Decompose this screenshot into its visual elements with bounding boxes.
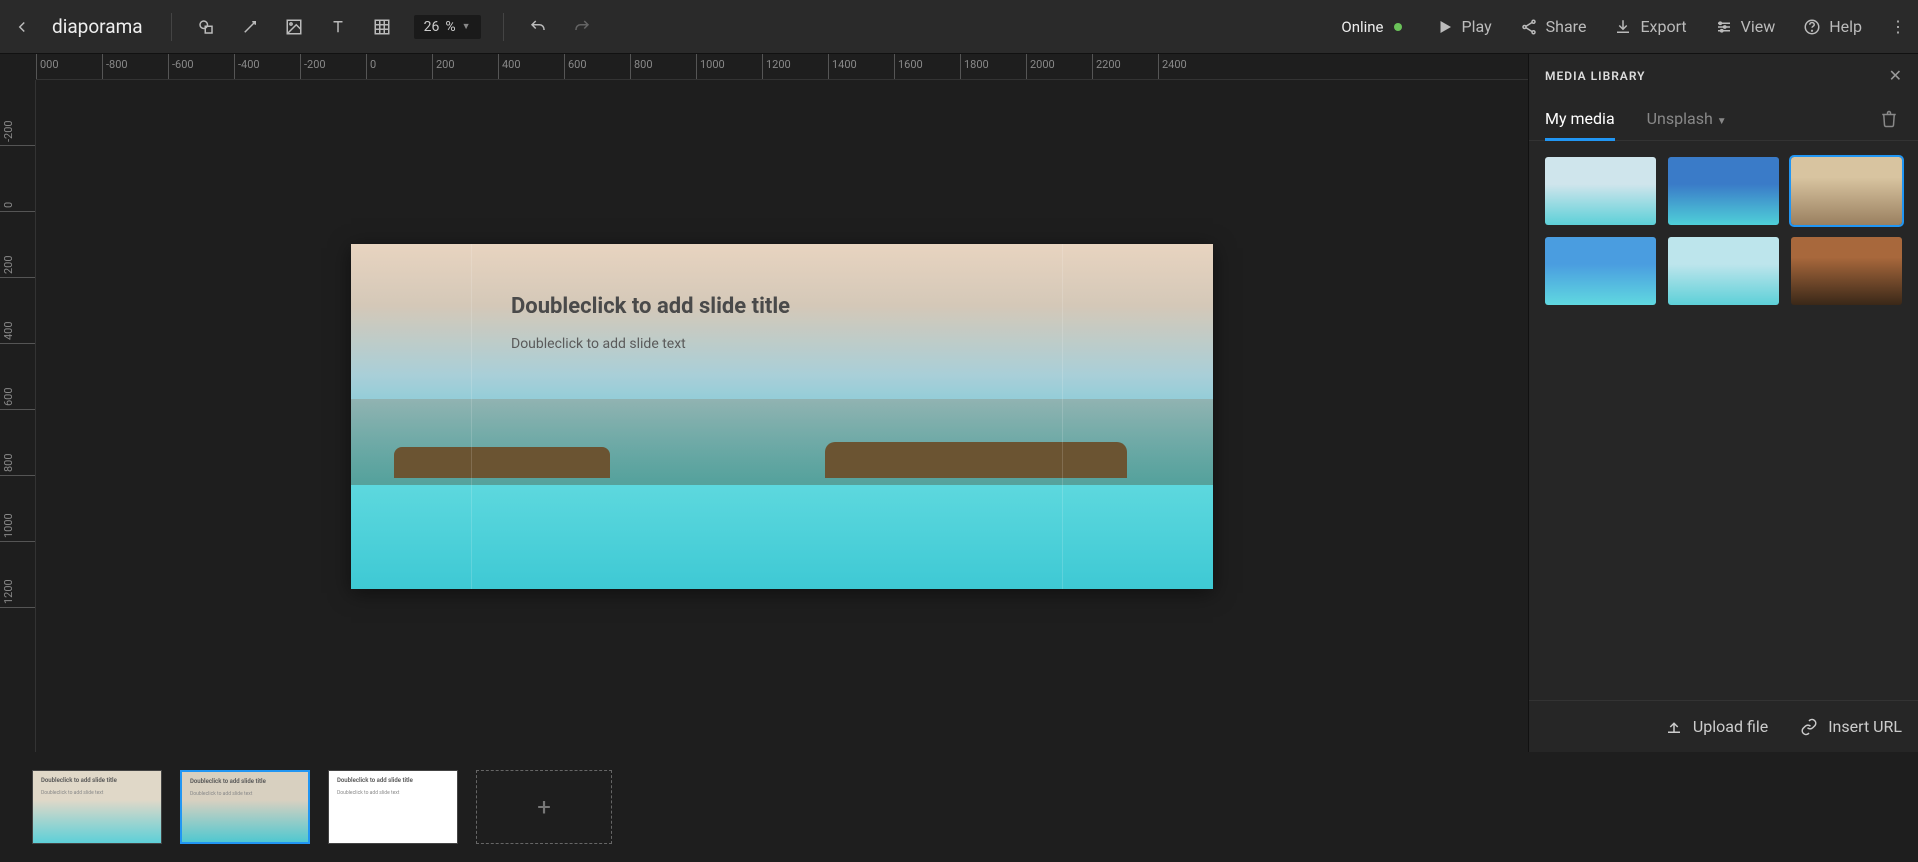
media-library-panel: MEDIA LIBRARY ✕ My media Unsplash▼ Uploa… (1528, 54, 1918, 752)
back-button[interactable] (8, 13, 36, 41)
line-tool-icon[interactable] (234, 11, 266, 43)
ruler-tick: 1200 (762, 54, 828, 79)
ruler-tick: -800 (102, 54, 168, 79)
media-thumb[interactable] (1668, 157, 1779, 225)
shape-tool-icon[interactable] (190, 11, 222, 43)
ruler-tick: 1000 (696, 54, 762, 79)
ruler-tick: 1000 (0, 476, 35, 542)
trash-icon[interactable] (1876, 102, 1902, 140)
ruler-tick: 800 (0, 410, 35, 476)
ruler-tick: -200 (0, 80, 35, 146)
export-button[interactable]: Export (1614, 17, 1686, 36)
slide-thumb-3[interactable]: Doubleclick to add slide title Doublecli… (328, 770, 458, 844)
media-thumb[interactable] (1668, 237, 1779, 305)
table-tool-icon[interactable] (366, 11, 398, 43)
panel-title: MEDIA LIBRARY (1545, 69, 1646, 83)
redo-icon[interactable] (566, 11, 598, 43)
insert-url-button[interactable]: Insert URL (1800, 717, 1902, 736)
ruler-horizontal: 000-800-600-400-200020040060080010001200… (36, 54, 1528, 80)
ruler-tick: 400 (498, 54, 564, 79)
status-label: Online (1341, 18, 1383, 36)
undo-icon[interactable] (522, 11, 554, 43)
media-thumb[interactable] (1791, 157, 1902, 225)
ruler-tick: 0 (0, 146, 35, 212)
zoom-suffix: % (445, 19, 455, 35)
canvas-area: 000-800-600-400-200020040060080010001200… (0, 54, 1528, 752)
ruler-tick: -400 (234, 54, 300, 79)
slide-thumb-1[interactable]: Doubleclick to add slide title Doublecli… (32, 770, 162, 844)
ruler-tick: 200 (432, 54, 498, 79)
share-button[interactable]: Share (1520, 17, 1587, 36)
ruler-tick: 0 (366, 54, 432, 79)
ruler-tick: -200 (300, 54, 366, 79)
top-toolbar: diaporama 26 % ▼ Online Play Share Expor (0, 0, 1918, 54)
upload-file-button[interactable]: Upload file (1665, 717, 1768, 736)
ruler-tick: 2400 (1158, 54, 1224, 79)
tab-unsplash[interactable]: Unsplash▼ (1647, 101, 1727, 140)
play-button[interactable]: Play (1436, 17, 1492, 36)
slide-canvas[interactable]: Doubleclick to add slide title Doublecli… (351, 244, 1213, 589)
document-title[interactable]: diaporama (52, 15, 143, 38)
zoom-value: 26 (424, 19, 440, 35)
add-slide-button[interactable]: + (476, 770, 612, 844)
slide-title-placeholder[interactable]: Doubleclick to add slide title (511, 294, 790, 319)
close-icon[interactable]: ✕ (1889, 66, 1902, 85)
ruler-tick: 000 (36, 54, 102, 79)
status-dot-icon (1394, 23, 1402, 31)
ruler-tick: -600 (168, 54, 234, 79)
image-tool-icon[interactable] (278, 11, 310, 43)
ruler-tick: 2200 (1092, 54, 1158, 79)
chevron-down-icon: ▼ (462, 21, 471, 32)
slide-thumb-2[interactable]: Doubleclick to add slide title Doublecli… (180, 770, 310, 844)
ruler-tick: 600 (0, 344, 35, 410)
help-button[interactable]: Help (1803, 17, 1862, 36)
divider (503, 13, 504, 41)
slide-thumbstrip: Doubleclick to add slide title Doublecli… (0, 752, 1918, 862)
ruler-tick: 2000 (1026, 54, 1092, 79)
text-tool-icon[interactable] (322, 11, 354, 43)
zoom-control[interactable]: 26 % ▼ (414, 15, 481, 39)
ruler-tick: 800 (630, 54, 696, 79)
tab-my-media[interactable]: My media (1545, 101, 1615, 140)
divider (171, 13, 172, 41)
ruler-tick: 600 (564, 54, 630, 79)
chevron-down-icon: ▼ (1717, 116, 1727, 127)
ruler-tick: 1400 (828, 54, 894, 79)
ruler-tick: 1800 (960, 54, 1026, 79)
slide-text-placeholder[interactable]: Doubleclick to add slide text (511, 336, 686, 352)
media-thumb[interactable] (1545, 157, 1656, 225)
ruler-tick: 200 (0, 212, 35, 278)
media-thumb[interactable] (1545, 237, 1656, 305)
ruler-tick: 1200 (0, 542, 35, 608)
more-menu-icon[interactable]: ⋮ (1886, 17, 1910, 36)
view-button[interactable]: View (1715, 17, 1776, 36)
ruler-tick: 1600 (894, 54, 960, 79)
ruler-tick: 400 (0, 278, 35, 344)
ruler-vertical: -200020040060080010001200 (0, 80, 36, 752)
media-thumb[interactable] (1791, 237, 1902, 305)
